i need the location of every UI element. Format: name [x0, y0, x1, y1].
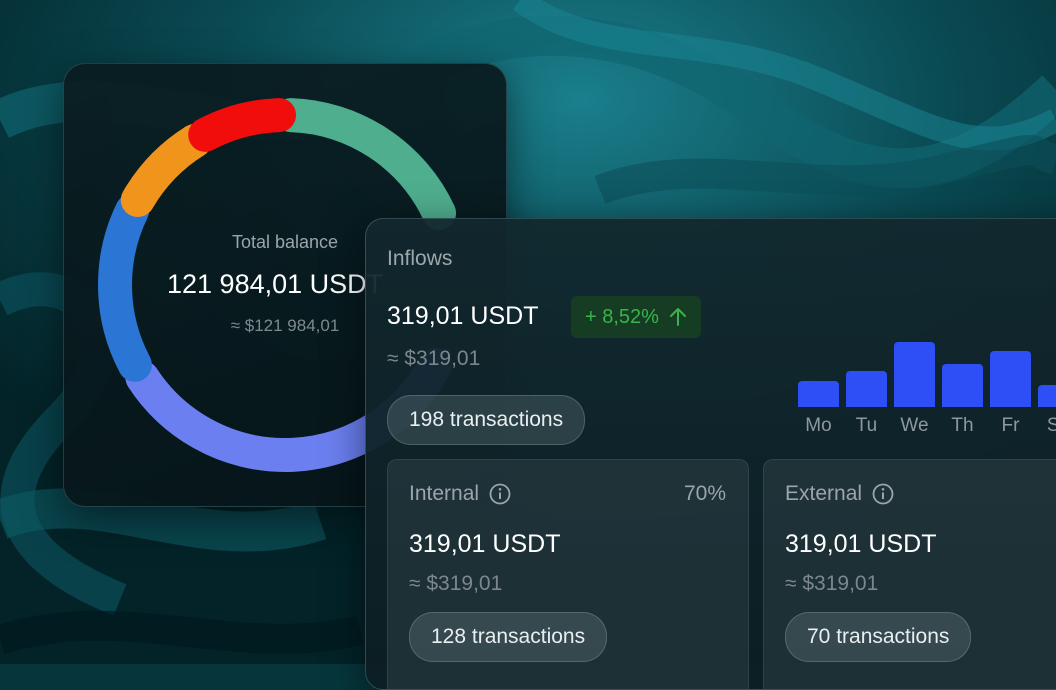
external-label: External	[785, 482, 863, 505]
bar-mo	[798, 381, 839, 407]
internal-title: Internal	[409, 482, 511, 506]
info-icon[interactable]	[489, 483, 511, 505]
external-transactions-button[interactable]: 70 transactions	[785, 612, 972, 662]
internal-percent: 70%	[683, 482, 726, 505]
inflows-title: Inflows	[387, 247, 453, 270]
bar-label-we: We	[900, 415, 929, 436]
external-approx: ≈ $319,01	[785, 572, 879, 595]
bar-label-mo: Mo	[805, 415, 832, 436]
internal-card: Internal 70% 319,01 USDT ≈ $319,01 128 t…	[387, 459, 749, 689]
bar-label-tu: Tu	[855, 415, 878, 436]
internal-transactions-button[interactable]: 128 transactions	[409, 612, 608, 662]
donut-segment-red	[188, 98, 297, 152]
internal-label: Internal	[409, 482, 480, 505]
inflows-transactions-button[interactable]: 198 transactions	[387, 395, 586, 445]
bar-label-th: Th	[951, 415, 974, 436]
bar-tu	[846, 371, 887, 407]
internal-approx: ≈ $319,01	[409, 572, 503, 595]
external-title: External	[785, 482, 894, 506]
external-card: External 319,01 USDT ≈ $319,01 70 transa…	[763, 459, 1056, 689]
change-value: + 8,52%	[585, 305, 659, 328]
internal-value: 319,01 USDT	[409, 530, 561, 558]
inflows-panel: Inflows 319,01 USDT + 8,52% ≈ $319,01 19…	[365, 218, 1056, 690]
info-icon[interactable]	[872, 483, 894, 505]
inflows-value: 319,01 USDT	[387, 302, 539, 330]
bar-fr	[990, 351, 1031, 407]
donut-segment-orange	[120, 123, 212, 217]
bar-label-sa: Sa	[1038, 415, 1056, 437]
arrow-up-icon	[669, 308, 686, 326]
bar-th	[942, 364, 983, 407]
bar-label-fr: Fr	[1001, 415, 1020, 436]
external-value: 319,01 USDT	[785, 530, 937, 558]
weekly-bar-chart: Mo Tu We Th Fr Sa	[798, 337, 1056, 437]
total-balance-value: 121 984,01 USDT	[167, 269, 384, 299]
donut-segment-green	[273, 98, 457, 231]
inflows-approx: ≈ $319,01	[387, 347, 481, 370]
change-badge: + 8,52%	[571, 296, 701, 338]
bar-sa	[1038, 385, 1056, 407]
bar-we	[894, 342, 935, 407]
